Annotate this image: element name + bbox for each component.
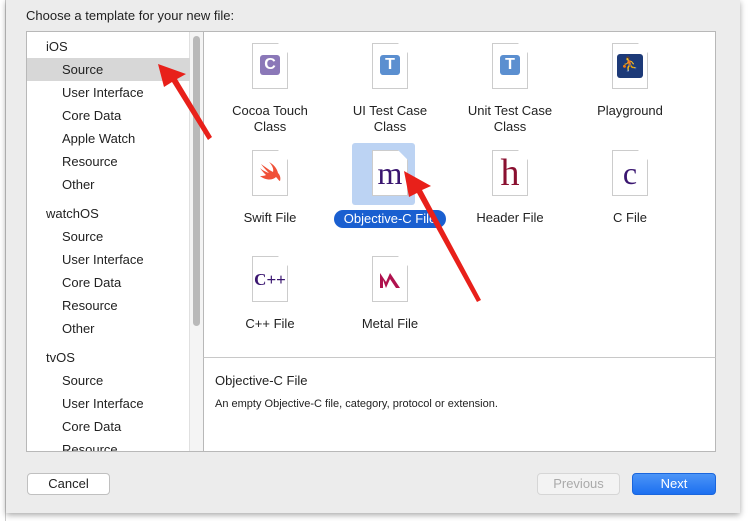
next-button[interactable]: Next	[632, 473, 716, 495]
sidebar-item-user-interface[interactable]: User Interface	[27, 392, 190, 415]
sidebar-group-watchos: watchOS	[46, 206, 99, 221]
c-file-icon: c	[612, 150, 648, 196]
sidebar-item-other[interactable]: Other	[27, 317, 190, 340]
template-unit-test-case-class[interactable]: T Unit Test Case Class	[450, 43, 570, 135]
sidebar-item-source[interactable]: Source	[27, 225, 190, 248]
list-scrollbar[interactable]	[189, 32, 203, 451]
sidebar-item-core-data[interactable]: Core Data	[27, 271, 190, 294]
template-swift-file[interactable]: Swift File	[210, 150, 330, 226]
sidebar-item-resource[interactable]: Resource	[27, 150, 190, 173]
cocoa-touch-class-icon: C	[252, 43, 288, 89]
sidebar-item-source[interactable]: Source	[27, 58, 190, 81]
unit-test-case-icon: T	[492, 43, 528, 89]
cpp-file-icon: C++	[252, 256, 288, 302]
sidebar-item-apple-watch[interactable]: Apple Watch	[27, 127, 190, 150]
cancel-button[interactable]: Cancel	[27, 473, 110, 495]
metal-file-icon	[372, 256, 408, 302]
template-category-list[interactable]: iOS Source User Interface Core Data Apple Wa…	[26, 31, 204, 452]
template-description: Objective-C File An empty Objective-C fi…	[203, 357, 716, 452]
template-ui-test-case-class[interactable]: T UI Test Case Class	[330, 43, 450, 135]
template-label: Playground	[597, 103, 663, 118]
playground-icon: ⛹	[612, 43, 648, 89]
template-label: Swift File	[243, 210, 297, 225]
sidebar-group-ios: iOS	[46, 39, 68, 54]
template-metal-file[interactable]: Metal File	[330, 256, 450, 332]
template-label: Cocoa Touch Class	[232, 103, 308, 134]
sidebar-item-core-data[interactable]: Core Data	[27, 415, 190, 438]
sidebar-item-source[interactable]: Source	[27, 369, 190, 392]
scrollbar-thumb[interactable]	[193, 36, 200, 326]
description-text: An empty Objective-C file, category, pro…	[215, 398, 498, 410]
previous-button[interactable]: Previous	[537, 473, 620, 495]
dialog-title: Choose a template for your new file:	[26, 8, 235, 23]
template-header-file[interactable]: h Header File	[450, 150, 570, 226]
sidebar-item-core-data[interactable]: Core Data	[27, 104, 190, 127]
template-grid: C Cocoa Touch Class T UI Test Case Class T Un…	[203, 31, 716, 358]
new-file-dialog: Choose a template for your new file: iOS…	[6, 0, 740, 513]
template-cocoa-touch-class[interactable]: C Cocoa Touch Class	[210, 43, 330, 135]
ui-test-case-icon: T	[372, 43, 408, 89]
sidebar-item-user-interface[interactable]: User Interface	[27, 81, 190, 104]
template-label: C File	[613, 210, 647, 225]
template-label: UI Test Case Class	[352, 103, 428, 134]
sidebar-group-tvos: tvOS	[46, 350, 75, 365]
template-playground[interactable]: ⛹ Playground	[570, 43, 690, 119]
swift-icon	[252, 150, 288, 196]
template-label: Objective-C File	[333, 210, 447, 228]
template-objective-c-file[interactable]: m Objective-C File	[330, 150, 450, 228]
sidebar-item-resource[interactable]: Resource	[27, 294, 190, 317]
template-label: Unit Test Case Class	[467, 103, 553, 134]
header-h-icon: h	[492, 150, 528, 196]
template-label: Metal File	[361, 316, 419, 331]
sidebar-item-other[interactable]: Other	[27, 173, 190, 196]
template-c++-file[interactable]: C++ C++ File	[210, 256, 330, 332]
sidebar-item-resource[interactable]: Resource	[27, 438, 190, 451]
template-label: C++ File	[245, 316, 295, 331]
template-label: Header File	[476, 210, 544, 225]
description-title: Objective-C File	[215, 373, 308, 388]
template-c-file[interactable]: c C File	[570, 150, 690, 226]
objc-m-icon: m	[372, 150, 408, 196]
sidebar-item-user-interface[interactable]: User Interface	[27, 248, 190, 271]
